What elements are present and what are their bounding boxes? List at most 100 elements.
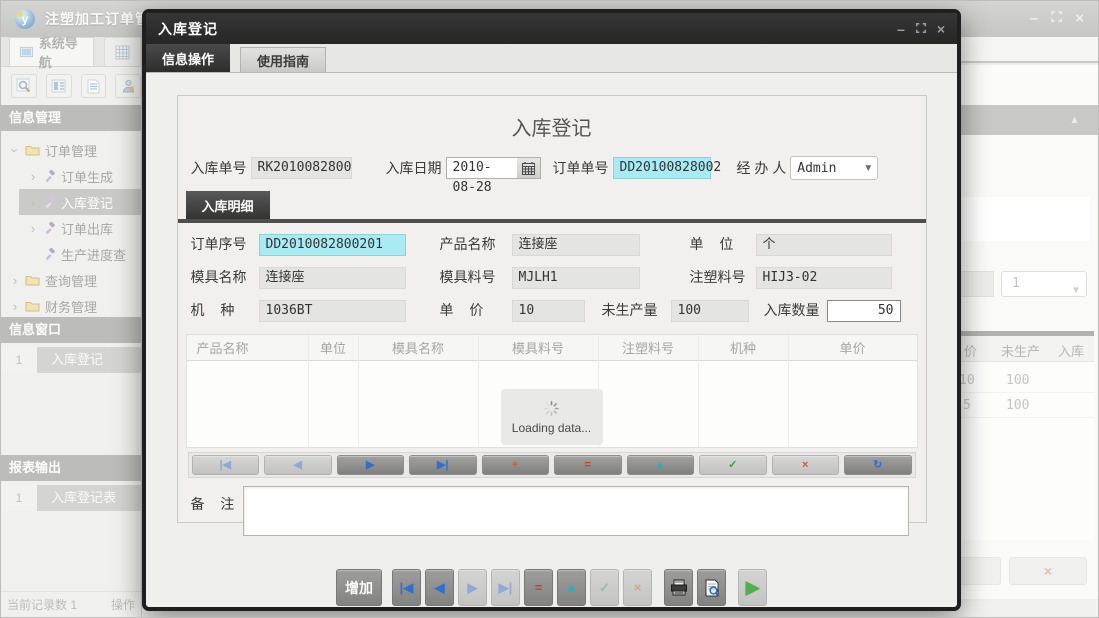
col-product[interactable]: 产品名称: [187, 335, 308, 361]
bg-table-row[interactable]: 10 100: [946, 369, 1094, 393]
cell-price: 10: [959, 373, 975, 388]
tab-system-nav[interactable]: 系统导航: [9, 37, 94, 66]
org-list-button[interactable]: [46, 74, 72, 98]
run-button[interactable]: ▶: [738, 569, 767, 606]
search-button[interactable]: [11, 74, 37, 98]
grid-next-button[interactable]: ▶: [337, 455, 405, 475]
edit-button[interactable]: ▲: [557, 569, 586, 606]
tree-item-label: 订单管理: [45, 141, 97, 160]
dialog-titlebar[interactable]: 入库登记 – ×: [146, 13, 957, 44]
chevron-down-icon: [8, 144, 23, 156]
tree-item-finance-mgmt[interactable]: 财务管理: [1, 293, 141, 319]
user-button[interactable]: [115, 74, 141, 98]
bg-cancel-button[interactable]: ×: [1009, 557, 1087, 585]
col-mold-name[interactable]: 模具名称: [359, 335, 478, 361]
delete-button[interactable]: =: [524, 569, 553, 606]
grid-cancel-button[interactable]: ×: [772, 455, 840, 475]
document-button[interactable]: [81, 74, 107, 98]
grid-edit-button[interactable]: ▲: [627, 455, 695, 475]
tree-item-order-mgmt[interactable]: 订单管理: [1, 137, 141, 163]
unit-field: 个: [756, 234, 892, 256]
entry-registration-dialog: 入库登记 – × 信息操作 使用指南 入库登记 入库单号 RK201008280…: [142, 9, 961, 611]
app-minimize-button[interactable]: –: [1030, 10, 1038, 28]
info-window-item[interactable]: 1 入库登记: [1, 347, 141, 373]
tree-item-progress[interactable]: 生产进度查: [1, 241, 141, 267]
bg-page-select[interactable]: 1 ▼: [1001, 271, 1087, 297]
grid-prev-button[interactable]: ◀: [264, 455, 332, 475]
section-report-output: 报表输出: [1, 455, 141, 481]
col-unit[interactable]: 单位: [309, 335, 358, 361]
first-button[interactable]: |◀: [392, 569, 421, 606]
material-label: 注塑料号: [690, 267, 746, 287]
sidebar-toolbar: [1, 67, 141, 105]
header-fields: 入库单号 RK20100828001 入库日期 2010-08-28 订单单号 …: [178, 155, 926, 181]
org-list-icon: [51, 79, 66, 93]
price-field: 10: [512, 300, 585, 322]
col-machine[interactable]: 机种: [699, 335, 788, 361]
tree-item-label: 生产进度查: [61, 245, 126, 264]
item-label: 入库登记: [37, 347, 141, 373]
grid-first-button[interactable]: |◀: [192, 455, 260, 475]
date-input[interactable]: 2010-08-28: [446, 157, 517, 179]
material-field: HIJ3-02: [756, 267, 892, 289]
tree-item-entry-reg[interactable]: 入库登记: [19, 189, 141, 215]
app-close-button[interactable]: ×: [1075, 10, 1084, 28]
tab-user-guide[interactable]: 使用指南: [240, 47, 326, 72]
tree-item-order-create[interactable]: 订单生成: [1, 163, 141, 189]
last-button[interactable]: ▶|: [491, 569, 520, 606]
mold-name-field: 连接座: [259, 267, 406, 289]
prev-button[interactable]: ◀: [425, 569, 454, 606]
cancel-button[interactable]: ×: [623, 569, 652, 606]
printer-icon: [670, 579, 688, 596]
remark-textarea[interactable]: [243, 486, 909, 536]
handler-select[interactable]: Admin ▼: [790, 156, 878, 180]
report-output-item[interactable]: 1 入库登记表: [1, 485, 141, 511]
chevron-down-icon: ▼: [1073, 279, 1079, 303]
detail-table: 产品名称 单位 模具名称 模具料号 注塑料号 机种 单价: [186, 334, 918, 448]
post-button[interactable]: ✓: [590, 569, 619, 606]
col-price[interactable]: 单价: [789, 335, 917, 361]
qty-input[interactable]: 50: [827, 300, 901, 322]
mold-no-label: 模具料号: [440, 267, 496, 287]
folder-icon: [25, 300, 40, 312]
dialog-close-button[interactable]: ×: [937, 22, 945, 36]
grid-delete-button[interactable]: =: [554, 455, 622, 475]
section-info-window: 信息窗口: [1, 317, 141, 343]
bg-table-row[interactable]: 5 100: [946, 394, 1094, 418]
tree-item-query-mgmt[interactable]: 查询管理: [1, 267, 141, 293]
entry-no-label: 入库单号: [191, 158, 247, 178]
grid-refresh-button[interactable]: ↻: [844, 455, 912, 475]
detail-tab-row: 入库明细: [178, 191, 926, 223]
grid-insert-button[interactable]: +: [482, 455, 550, 475]
bg-page-select-value: 1: [1012, 276, 1020, 291]
preview-button[interactable]: [697, 569, 726, 606]
unproduced-label: 未生产量: [602, 300, 658, 320]
search-icon: [16, 78, 32, 94]
qty-label: 入库数量: [764, 300, 820, 320]
calendar-button[interactable]: [517, 157, 541, 179]
grid-last-button[interactable]: ▶|: [409, 455, 477, 475]
chevron-right-icon: [27, 169, 39, 184]
seq-input[interactable]: DD2010082800201: [259, 234, 406, 256]
section-info-mgmt: 信息管理: [1, 105, 141, 131]
tab-grid[interactable]: [104, 37, 141, 66]
print-button[interactable]: [664, 569, 693, 606]
dialog-minimize-button[interactable]: –: [897, 22, 905, 36]
handler-label: 经 办 人: [737, 158, 787, 178]
add-button[interactable]: 增加: [336, 569, 382, 606]
tool-icon: [43, 170, 56, 183]
col-material[interactable]: 注塑料号: [599, 335, 698, 361]
grid-post-button[interactable]: ✓: [699, 455, 767, 475]
dialog-maximize-button[interactable]: [915, 22, 927, 36]
app-restore-button[interactable]: [1050, 10, 1063, 28]
col-mold-no[interactable]: 模具料号: [479, 335, 598, 361]
next-button[interactable]: ▶: [458, 569, 487, 606]
handler-value: Admin: [797, 161, 836, 176]
tab-info-operation[interactable]: 信息操作: [146, 44, 230, 72]
folder-icon: [25, 144, 40, 156]
chevron-right-icon: [27, 195, 39, 210]
order-no-input[interactable]: DD20100828002: [613, 157, 711, 179]
tab-entry-detail[interactable]: 入库明细: [186, 191, 270, 219]
mold-no-field: MJLH1: [512, 267, 640, 289]
tree-item-order-out[interactable]: 订单出库: [1, 215, 141, 241]
